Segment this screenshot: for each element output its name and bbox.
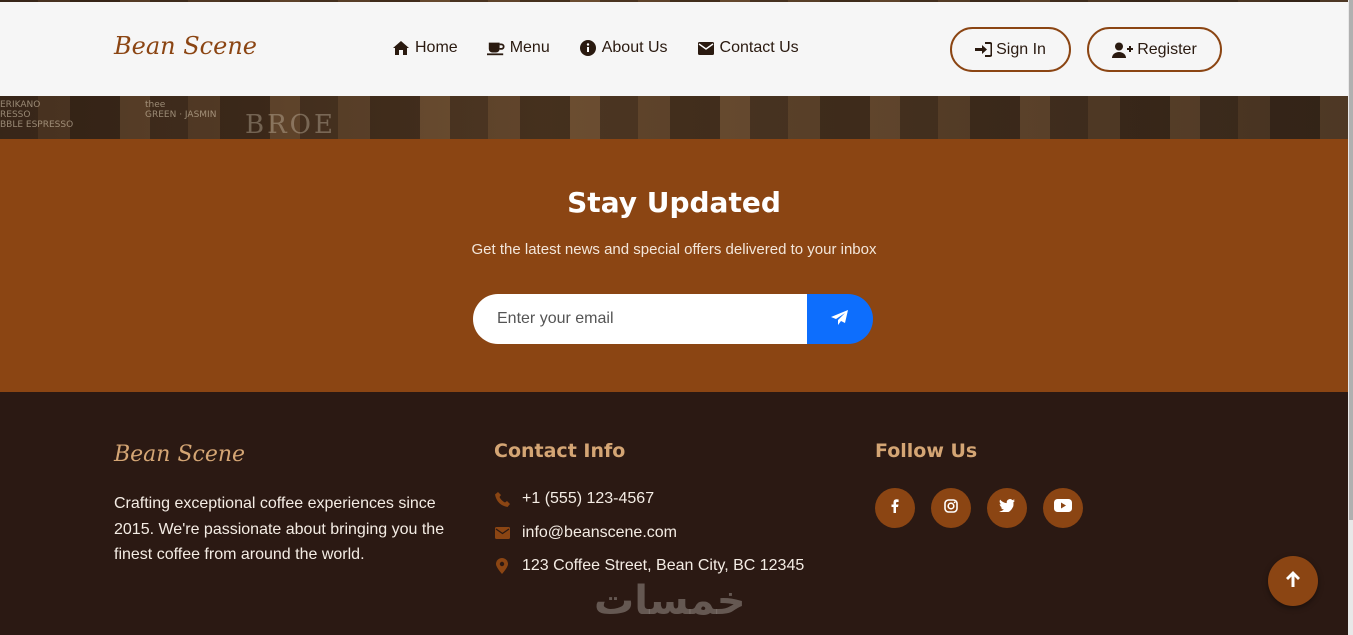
facebook-icon — [891, 498, 899, 518]
envelope-icon — [494, 525, 510, 541]
paper-plane-icon — [831, 309, 849, 329]
contact-address: 123 Coffee Street, Bean City, BC 12345 — [494, 557, 804, 575]
mug-icon — [486, 40, 505, 56]
nav-home[interactable]: Home — [392, 39, 458, 57]
contact-phone: +1 (555) 123-4567 — [494, 490, 654, 508]
nav-links: Home Menu About Us Contact Us — [392, 39, 828, 57]
newsletter-form — [473, 294, 873, 344]
email-input[interactable] — [473, 294, 807, 344]
nav-contact-label: Contact Us — [719, 39, 799, 56]
footer-description: Crafting exceptional coffee experiences … — [114, 495, 445, 563]
subscribe-button[interactable] — [807, 294, 873, 344]
sign-in-button[interactable]: Sign In — [950, 27, 1071, 72]
watermark-text: خمسات — [594, 578, 746, 624]
scrollbar-thumb[interactable] — [1349, 0, 1353, 520]
contact-email-text: info@beanscene.com — [522, 524, 677, 541]
twitter-link[interactable] — [987, 488, 1027, 528]
main-navbar: Bean Scene Home Menu About Us Contact Us — [0, 2, 1348, 96]
nav-menu[interactable]: Menu — [486, 39, 550, 57]
contact-address-text: 123 Coffee Street, Bean City, BC 12345 — [522, 557, 805, 574]
arrow-up-icon — [1286, 570, 1300, 592]
contact-phone-text: +1 (555) 123-4567 — [522, 490, 655, 507]
nav-about[interactable]: About Us — [579, 39, 668, 57]
newsletter-title: Stay Updated — [567, 186, 781, 219]
envelope-icon — [697, 40, 715, 56]
brand-logo[interactable]: Bean Scene — [114, 32, 257, 60]
phone-icon — [494, 491, 510, 507]
cafe-signage: BROE — [245, 110, 336, 140]
cafe-menu-board: ERIKANO RESSO BBLE ESPRESSO — [0, 100, 74, 130]
instagram-link[interactable] — [931, 488, 971, 528]
newsletter-section: Stay Updated Get the latest news and spe… — [0, 139, 1348, 392]
register-button[interactable]: Register — [1087, 27, 1222, 72]
register-label: Register — [1137, 40, 1197, 58]
home-icon — [392, 40, 410, 56]
info-icon — [579, 40, 597, 56]
nav-home-label: Home — [415, 39, 458, 56]
follow-heading: Follow Us — [875, 440, 978, 462]
social-links — [875, 488, 1083, 528]
sign-in-label: Sign In — [996, 40, 1046, 58]
youtube-icon — [1054, 499, 1072, 517]
twitter-icon — [999, 499, 1015, 517]
facebook-link[interactable] — [875, 488, 915, 528]
sign-in-icon — [975, 42, 993, 57]
instagram-icon — [944, 498, 958, 518]
footer-brand: Bean Scene — [114, 442, 246, 467]
back-to-top-button[interactable] — [1268, 556, 1318, 606]
youtube-link[interactable] — [1043, 488, 1083, 528]
user-plus-icon — [1112, 42, 1134, 58]
cafe-menu-board: thee GREEN · JASMIN — [145, 100, 217, 120]
map-pin-icon — [494, 558, 510, 574]
contact-heading: Contact Info — [494, 440, 626, 462]
newsletter-subtitle: Get the latest news and special offers d… — [471, 241, 877, 258]
nav-about-label: About Us — [601, 39, 668, 56]
nav-menu-label: Menu — [509, 39, 550, 56]
nav-contact[interactable]: Contact Us — [697, 39, 799, 57]
contact-email: info@beanscene.com — [494, 524, 677, 542]
